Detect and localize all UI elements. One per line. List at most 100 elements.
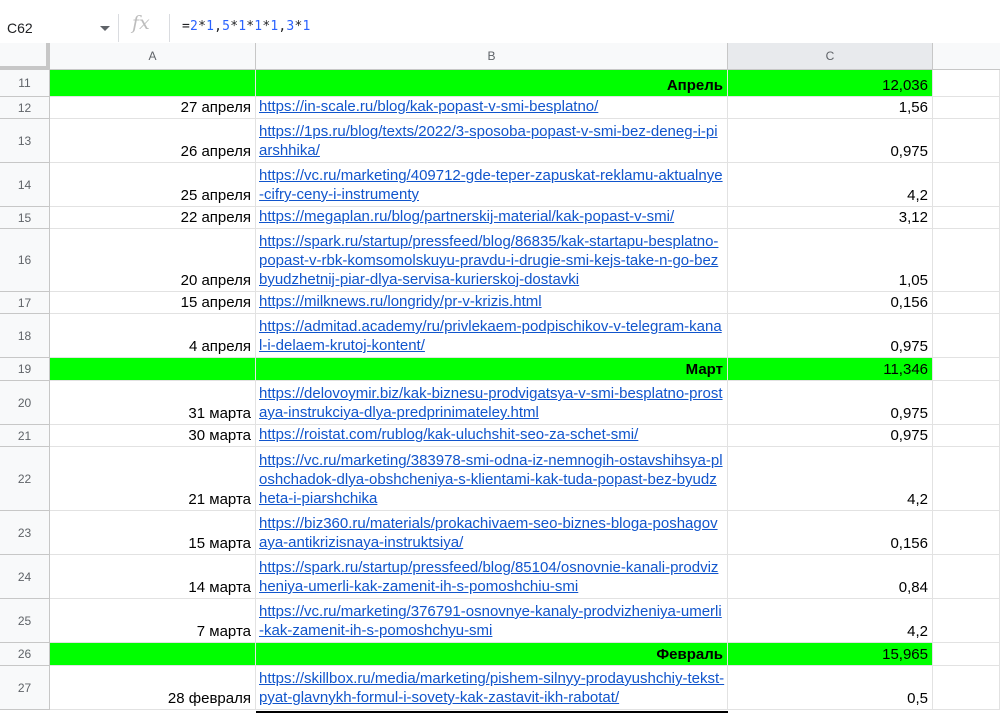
cell-empty[interactable] xyxy=(933,163,1000,207)
cell-empty[interactable] xyxy=(933,511,1000,555)
row-number[interactable]: 13 xyxy=(0,119,50,163)
cell-date[interactable]: 4 апреля xyxy=(50,314,256,358)
cell-date[interactable]: 30 марта xyxy=(50,425,256,447)
column-header-b[interactable]: B xyxy=(256,43,728,70)
cell-empty[interactable] xyxy=(933,229,1000,292)
cell-month[interactable]: Апрель xyxy=(256,70,728,97)
name-box[interactable]: C62 xyxy=(0,12,118,44)
cell-date[interactable] xyxy=(50,358,256,381)
cell-value[interactable]: 0,84 xyxy=(728,555,933,599)
cell-empty[interactable] xyxy=(933,666,1000,710)
cell-date[interactable]: 15 марта xyxy=(50,511,256,555)
cell-empty[interactable] xyxy=(933,292,1000,314)
cell-link[interactable]: https://admitad.academy/ru/privlekaem-po… xyxy=(256,314,728,358)
article-link[interactable]: https://vc.ru/marketing/383978-smi-odna-… xyxy=(259,451,725,508)
row-number[interactable]: 15 xyxy=(0,207,50,229)
cell-empty[interactable] xyxy=(933,358,1000,381)
cell-link[interactable]: https://biz360.ru/materials/prokachivaem… xyxy=(256,511,728,555)
cell-empty[interactable] xyxy=(933,555,1000,599)
article-link[interactable]: https://vc.ru/marketing/409712-gde-teper… xyxy=(259,166,725,204)
cell-value[interactable]: 0,975 xyxy=(728,381,933,425)
cell-empty[interactable] xyxy=(933,119,1000,163)
cell-value[interactable]: 0,975 xyxy=(728,119,933,163)
article-link[interactable]: https://spark.ru/startup/pressfeed/blog/… xyxy=(259,558,725,596)
row-number[interactable]: 12 xyxy=(0,97,50,119)
cell-value[interactable]: 3,12 xyxy=(728,207,933,229)
article-link[interactable]: https://megaplan.ru/blog/partnerskij-mat… xyxy=(259,207,725,226)
cell-value[interactable]: 1,56 xyxy=(728,97,933,119)
cell-empty[interactable] xyxy=(933,314,1000,358)
cell-date[interactable]: 14 марта xyxy=(50,555,256,599)
cell-empty[interactable] xyxy=(933,447,1000,511)
cell-empty[interactable] xyxy=(933,381,1000,425)
cell-value[interactable]: 4,2 xyxy=(728,163,933,207)
cell-value[interactable]: 1,05 xyxy=(728,229,933,292)
cell-empty[interactable] xyxy=(933,599,1000,643)
row-number[interactable]: 11 xyxy=(0,70,50,97)
cell-date[interactable]: 15 апреля xyxy=(50,292,256,314)
article-link[interactable]: https://milknews.ru/longridy/pr-v-krizis… xyxy=(259,292,725,311)
cell-value[interactable]: 0,156 xyxy=(728,511,933,555)
cell-link[interactable]: https://spark.ru/startup/pressfeed/blog/… xyxy=(256,229,728,292)
cell-value[interactable]: 11,346 xyxy=(728,358,933,381)
cell-value[interactable]: 0,5 xyxy=(728,666,933,710)
article-link[interactable]: https://in-scale.ru/blog/kak-popast-v-sm… xyxy=(259,97,725,116)
cell-value[interactable]: 0,975 xyxy=(728,425,933,447)
row-number[interactable]: 27 xyxy=(0,666,50,710)
article-link[interactable]: https://vc.ru/marketing/376791-osnovnye-… xyxy=(259,602,725,640)
row-number[interactable]: 17 xyxy=(0,292,50,314)
cell-date[interactable]: 20 апреля xyxy=(50,229,256,292)
row-number[interactable]: 24 xyxy=(0,555,50,599)
cell-date[interactable]: 26 апреля xyxy=(50,119,256,163)
row-number[interactable]: 26 xyxy=(0,643,50,666)
cell-link[interactable]: https://skillbox.ru/media/marketing/pish… xyxy=(256,666,728,710)
row-number[interactable]: 14 xyxy=(0,163,50,207)
cell-date[interactable]: 21 марта xyxy=(50,447,256,511)
cell-empty[interactable] xyxy=(933,643,1000,666)
cell-link[interactable]: https://1ps.ru/blog/texts/2022/3-sposoba… xyxy=(256,119,728,163)
formula-input[interactable]: =2*1,5*1*1*1,3*1 xyxy=(182,19,311,34)
row-number[interactable]: 22 xyxy=(0,447,50,511)
cell-value[interactable]: 0,156 xyxy=(728,292,933,314)
cell-link[interactable]: https://roistat.com/rublog/kak-uluchshit… xyxy=(256,425,728,447)
cell-link[interactable]: https://spark.ru/startup/pressfeed/blog/… xyxy=(256,555,728,599)
row-number[interactable]: 23 xyxy=(0,511,50,555)
column-header-a[interactable]: A xyxy=(50,43,256,70)
row-number[interactable]: 25 xyxy=(0,599,50,643)
cell-date[interactable]: 25 апреля xyxy=(50,163,256,207)
cell-date[interactable]: 22 апреля xyxy=(50,207,256,229)
article-link[interactable]: https://spark.ru/startup/pressfeed/blog/… xyxy=(259,232,725,289)
cell-empty[interactable] xyxy=(933,97,1000,119)
column-header-d[interactable] xyxy=(933,43,1000,70)
cell-link[interactable]: https://delovoymir.biz/kak-biznesu-prodv… xyxy=(256,381,728,425)
cell-value[interactable]: 4,2 xyxy=(728,599,933,643)
cell-value[interactable]: 0,975 xyxy=(728,314,933,358)
article-link[interactable]: https://biz360.ru/materials/prokachivaem… xyxy=(259,514,725,552)
cell-date[interactable] xyxy=(50,643,256,666)
cell-link[interactable]: https://vc.ru/marketing/376791-osnovnye-… xyxy=(256,599,728,643)
column-header-c[interactable]: C xyxy=(728,43,933,70)
cell-month[interactable]: Март xyxy=(256,358,728,381)
cell-date[interactable]: 28 февраля xyxy=(50,666,256,710)
article-link[interactable]: https://admitad.academy/ru/privlekaem-po… xyxy=(259,317,725,355)
cell-empty[interactable] xyxy=(933,207,1000,229)
row-number[interactable]: 21 xyxy=(0,425,50,447)
cell-link[interactable]: https://vc.ru/marketing/409712-gde-teper… xyxy=(256,163,728,207)
cell-link[interactable]: https://megaplan.ru/blog/partnerskij-mat… xyxy=(256,207,728,229)
row-number[interactable]: 16 xyxy=(0,229,50,292)
article-link[interactable]: https://skillbox.ru/media/marketing/pish… xyxy=(259,669,725,707)
cell-empty[interactable] xyxy=(933,425,1000,447)
cell-empty[interactable] xyxy=(933,70,1000,97)
cell-value[interactable]: 15,965 xyxy=(728,643,933,666)
cell-link[interactable]: https://in-scale.ru/blog/kak-popast-v-sm… xyxy=(256,97,728,119)
cell-value[interactable]: 4,2 xyxy=(728,447,933,511)
cell-date[interactable]: 7 марта xyxy=(50,599,256,643)
row-number[interactable]: 18 xyxy=(0,314,50,358)
article-link[interactable]: https://1ps.ru/blog/texts/2022/3-sposoba… xyxy=(259,122,725,160)
cell-value[interactable]: 12,036 xyxy=(728,70,933,97)
article-link[interactable]: https://roistat.com/rublog/kak-uluchshit… xyxy=(259,425,725,444)
cell-date[interactable]: 31 марта xyxy=(50,381,256,425)
article-link[interactable]: https://delovoymir.biz/kak-biznesu-prodv… xyxy=(259,384,725,422)
row-number[interactable]: 20 xyxy=(0,381,50,425)
row-number[interactable]: 19 xyxy=(0,358,50,381)
